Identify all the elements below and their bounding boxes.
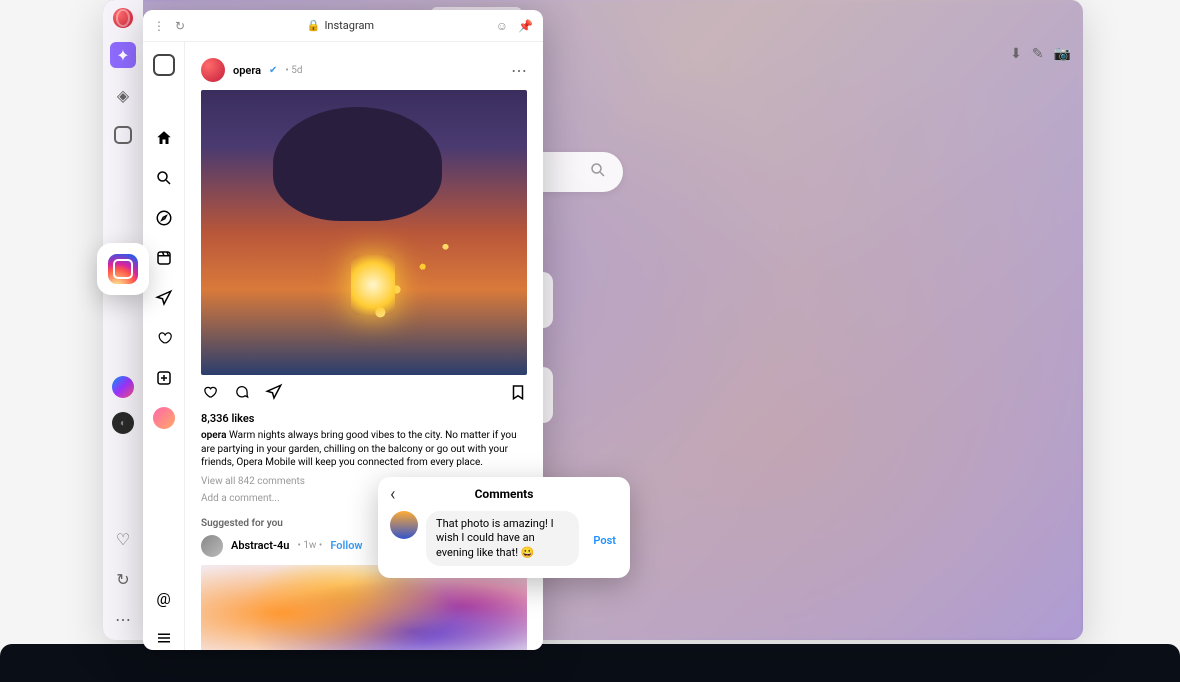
aria-button[interactable]: ✦: [110, 42, 136, 68]
profile-icon[interactable]: [152, 406, 176, 430]
comments-modal: ‹ Comments That photo is amazing! I wish…: [378, 477, 630, 578]
post-header: opera ✔ • 5d ⋯: [201, 50, 527, 90]
emoji-icon[interactable]: ☺: [496, 19, 508, 33]
share-icon[interactable]: [265, 383, 283, 406]
instagram-sidebar-button[interactable]: [110, 122, 136, 148]
verified-badge-icon: ✔: [269, 65, 277, 76]
hamburger-icon[interactable]: [152, 626, 176, 650]
post-image[interactable]: [201, 90, 527, 375]
notifications-icon[interactable]: [152, 326, 176, 350]
instagram-icon: [108, 254, 138, 284]
comments-title: Comments: [475, 487, 534, 501]
instagram-chip[interactable]: [97, 243, 149, 295]
snapshot-icon[interactable]: ✎: [1032, 46, 1044, 62]
panel-reload-icon[interactable]: ↻: [175, 19, 185, 33]
player-icon[interactable]: ◐: [112, 412, 134, 434]
suggested-avatar[interactable]: [201, 535, 223, 557]
messenger-icon[interactable]: [112, 376, 134, 398]
comment-avatar: [390, 511, 418, 539]
comment-input[interactable]: That photo is amazing! I wish I could ha…: [426, 511, 579, 566]
toolbar-actions: ⬇ ✎ 📷: [1010, 46, 1071, 62]
caption-text: Warm nights always bring good vibes to t…: [201, 430, 517, 468]
post-username[interactable]: opera: [233, 64, 261, 77]
post-more-icon[interactable]: ⋯: [511, 61, 527, 80]
lock-icon: 🔒: [307, 19, 321, 32]
home-icon[interactable]: [152, 126, 176, 150]
post-comment-button[interactable]: Post: [587, 530, 618, 547]
search-icon[interactable]: [152, 166, 176, 190]
panel-topbar: ⋮ ↻ 🔒Instagram ☺ 📌: [143, 10, 543, 42]
follow-button[interactable]: Follow: [330, 539, 362, 552]
messages-icon[interactable]: [152, 286, 176, 310]
camera-icon[interactable]: 📷: [1054, 46, 1071, 62]
post-caption: opera Warm nights always bring good vibe…: [201, 427, 527, 472]
opera-logo[interactable]: [113, 8, 133, 28]
panel-menu-icon[interactable]: ⋮: [153, 19, 165, 33]
back-icon[interactable]: ‹: [390, 484, 395, 505]
avatar: [153, 407, 175, 429]
caption-user[interactable]: opera: [201, 430, 226, 441]
reels-icon[interactable]: [152, 246, 176, 270]
suggested-username[interactable]: Abstract-4u: [231, 539, 289, 552]
post-actions: [201, 375, 527, 410]
suggested-age: • 1w •: [297, 540, 322, 551]
likes-count[interactable]: 8,336 likes: [201, 410, 527, 427]
create-icon[interactable]: [152, 366, 176, 390]
comment-icon[interactable]: [233, 383, 251, 406]
comments-header: ‹ Comments: [390, 487, 618, 501]
like-icon[interactable]: [201, 383, 219, 406]
heart-icon[interactable]: ♡: [110, 526, 136, 552]
search-icon: [589, 161, 607, 183]
opera-sidebar: ✦ ◈ ◐ ♡ ↻ ⋯: [103, 0, 143, 640]
pin-icon[interactable]: 📌: [518, 19, 533, 33]
bookmark-icon[interactable]: [509, 383, 527, 406]
download-icon[interactable]: ⬇: [1010, 46, 1022, 62]
tab-island-icon[interactable]: ◈: [110, 82, 136, 108]
threads-icon[interactable]: @: [152, 586, 176, 610]
explore-icon[interactable]: [152, 206, 176, 230]
instagram-nav: @: [143, 10, 185, 650]
settings-icon[interactable]: ⋯: [110, 606, 136, 632]
comment-compose: That photo is amazing! I wish I could ha…: [390, 511, 618, 566]
instagram-logo-icon[interactable]: [153, 54, 175, 76]
history-icon[interactable]: ↻: [110, 566, 136, 592]
post-age: • 5d: [285, 65, 302, 76]
panel-title: 🔒Instagram: [195, 19, 486, 32]
post-avatar[interactable]: [201, 58, 225, 82]
panel-title-text: Instagram: [324, 19, 374, 32]
